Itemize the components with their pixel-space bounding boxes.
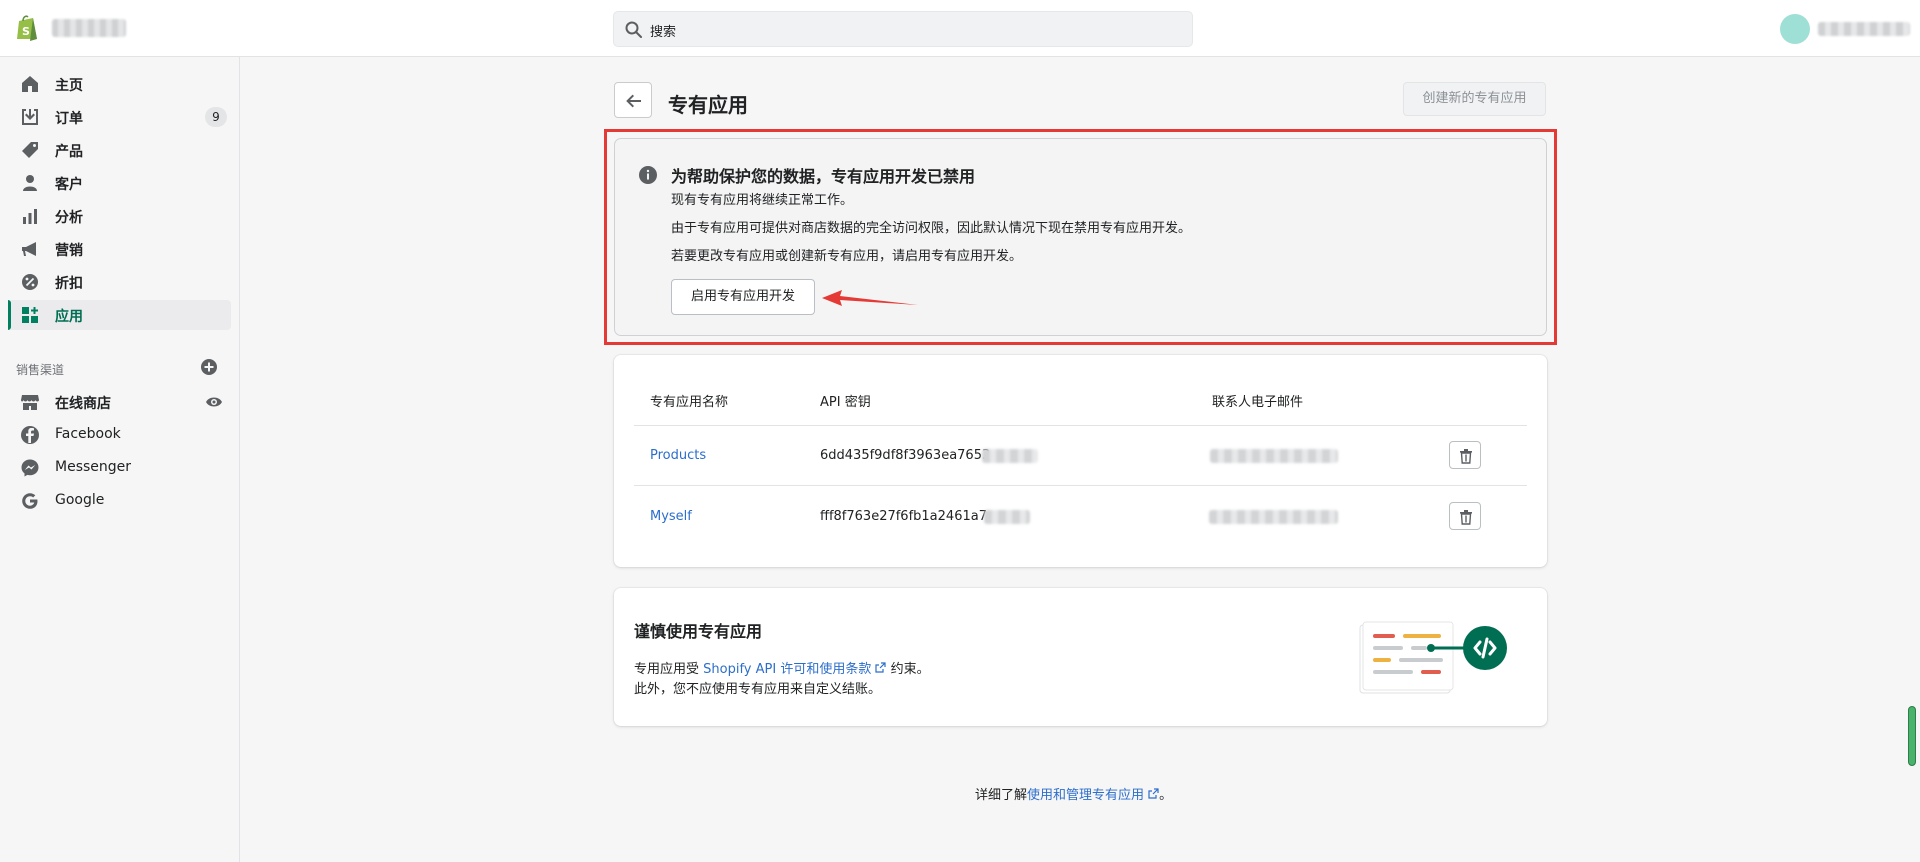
code-illustration-icon	[1359, 621, 1507, 694]
sidebar-item-marketing[interactable]: 营销	[8, 234, 231, 264]
caution-line: 专用应用受 Shopify API 许可和使用条款 约束。	[634, 658, 930, 677]
footer-text: 。	[1159, 788, 1173, 803]
api-key-redacted	[982, 449, 1038, 463]
sidebar-item-label: 分析	[55, 210, 83, 226]
external-link-icon	[875, 662, 887, 673]
sidebar-item-apps[interactable]: 应用	[8, 300, 231, 330]
private-apps-table: 专有应用名称 API 密钥 联系人电子邮件 Products 6dd435f9d…	[614, 355, 1547, 567]
caution-title: 谨慎使用专有应用	[634, 622, 763, 641]
megaphone-icon	[22, 242, 36, 256]
sidebar-item-label: Google	[55, 492, 105, 508]
delete-button[interactable]	[1449, 441, 1481, 469]
api-terms-link[interactable]: Shopify API 许可和使用条款	[703, 662, 887, 677]
row-divider	[634, 425, 1527, 426]
row-divider	[634, 485, 1527, 486]
sidebar-item-label: 营销	[55, 243, 83, 259]
app-name-link[interactable]: Myself	[650, 509, 692, 524]
sidebar-item-analytics[interactable]: 分析	[8, 201, 231, 231]
contact-email-redacted	[1210, 449, 1338, 463]
notice-title: 为帮助保护您的数据，专有应用开发已禁用	[671, 167, 976, 186]
top-bar: S 搜索	[0, 0, 1920, 57]
svg-text:S: S	[22, 25, 30, 38]
sidebar-item-customers[interactable]: 客户	[8, 168, 231, 198]
sidebar-item-orders[interactable]: 订单 9	[8, 102, 231, 132]
caution-text: 专用应用受	[634, 662, 704, 677]
discount-icon	[22, 274, 38, 290]
annotation-arrow-icon	[822, 290, 918, 306]
manage-private-apps-link-text: 使用和管理专有应用	[1027, 788, 1145, 803]
sidebar-item-label: 订单	[55, 111, 83, 127]
avatar	[1780, 14, 1810, 44]
external-link-icon	[1148, 788, 1159, 799]
user-name-blurred	[1818, 22, 1910, 36]
customer-icon	[23, 175, 37, 191]
column-header-contact-email: 联系人电子邮件	[1212, 395, 1304, 410]
trash-icon	[1460, 510, 1472, 525]
sidebar-item-label: 在线商店	[55, 396, 111, 412]
google-icon	[22, 493, 38, 509]
sidebar-item-label: 应用	[55, 309, 83, 325]
notice-line: 由于专有应用可提供对商店数据的完全访问权限，因此默认情况下现在禁用专有应用开发。	[671, 221, 1192, 236]
user-menu[interactable]	[1780, 14, 1912, 44]
add-channel-icon[interactable]	[200, 358, 218, 376]
sidebar-item-online-store[interactable]: 在线商店	[8, 387, 231, 417]
api-key: fff8f763e27f6fb1a2461a7	[820, 509, 987, 524]
sidebar: 主页 订单 9 产品 客户 分析 营销 折扣 应用 销售渠道 在线商店 Face…	[0, 57, 240, 862]
sidebar-item-messenger[interactable]: Messenger	[8, 453, 231, 483]
trash-icon	[1460, 449, 1472, 464]
contact-email-redacted	[1209, 510, 1338, 524]
sidebar-item-discounts[interactable]: 折扣	[8, 267, 231, 297]
caution-line: 此外，您不应使用专有应用来自定义结账。	[634, 682, 882, 697]
notice-line: 若要更改专有应用或创建新专有应用，请启用专有应用开发。	[671, 249, 1023, 264]
sidebar-item-label: 产品	[55, 144, 83, 160]
search-icon	[625, 21, 642, 38]
notice-line: 现有专有应用将继续正常工作。	[671, 193, 854, 208]
column-header-name: 专有应用名称	[650, 395, 729, 410]
tag-icon	[22, 142, 38, 158]
manage-private-apps-link[interactable]: 使用和管理专有应用	[1027, 788, 1159, 803]
eye-icon[interactable]	[205, 394, 223, 410]
sidebar-item-products[interactable]: 产品	[8, 135, 231, 165]
delete-button[interactable]	[1449, 502, 1481, 530]
api-terms-link-text: Shopify API 许可和使用条款	[703, 662, 872, 677]
scrollbar-thumb[interactable]	[1908, 706, 1916, 766]
create-private-app-button[interactable]: 创建新的专有应用	[1403, 82, 1546, 116]
sidebar-item-label: 客户	[55, 177, 83, 193]
analytics-icon	[23, 209, 37, 224]
shopify-logo-icon[interactable]: S	[14, 14, 40, 42]
back-button[interactable]	[614, 82, 652, 118]
orders-icon	[22, 109, 38, 125]
app-name-link[interactable]: Products	[650, 448, 706, 463]
apps-icon	[22, 307, 38, 323]
store-icon	[21, 395, 39, 410]
sidebar-item-home[interactable]: 主页	[8, 69, 231, 99]
orders-count-badge: 9	[205, 107, 227, 127]
sidebar-item-google[interactable]: Google	[8, 486, 231, 516]
footer-text: 详细了解	[975, 788, 1028, 803]
caution-text: 约束。	[886, 662, 930, 677]
sidebar-item-label: 主页	[55, 78, 83, 94]
store-name-blurred[interactable]	[52, 19, 126, 37]
page-title: 专有应用	[668, 93, 748, 117]
disabled-notice-banner: 为帮助保护您的数据，专有应用开发已禁用 现有专有应用将继续正常工作。 由于专有应…	[614, 138, 1547, 336]
messenger-icon	[21, 459, 39, 477]
caution-card: 谨慎使用专有应用 专用应用受 Shopify API 许可和使用条款 约束。 此…	[614, 588, 1547, 726]
sidebar-item-label: Facebook	[55, 426, 121, 442]
active-indicator	[8, 300, 11, 330]
sales-channels-title: 销售渠道	[16, 363, 65, 377]
learn-more-footer: 详细了解使用和管理专有应用 。	[975, 784, 1172, 803]
sidebar-item-label: 折扣	[55, 276, 83, 292]
home-icon	[22, 76, 38, 92]
search-placeholder: 搜索	[650, 25, 677, 40]
enable-private-app-development-button[interactable]: 启用专有应用开发	[671, 279, 815, 315]
sidebar-item-label: Messenger	[55, 459, 132, 475]
search-input[interactable]: 搜索	[613, 11, 1193, 47]
arrow-left-icon	[626, 94, 641, 108]
info-icon	[639, 166, 657, 184]
api-key: 6dd435f9df8f3963ea7653	[820, 448, 991, 463]
sidebar-item-facebook[interactable]: Facebook	[8, 420, 231, 450]
facebook-icon	[21, 426, 39, 444]
column-header-api-key: API 密钥	[820, 395, 871, 410]
api-key-redacted	[984, 510, 1030, 524]
